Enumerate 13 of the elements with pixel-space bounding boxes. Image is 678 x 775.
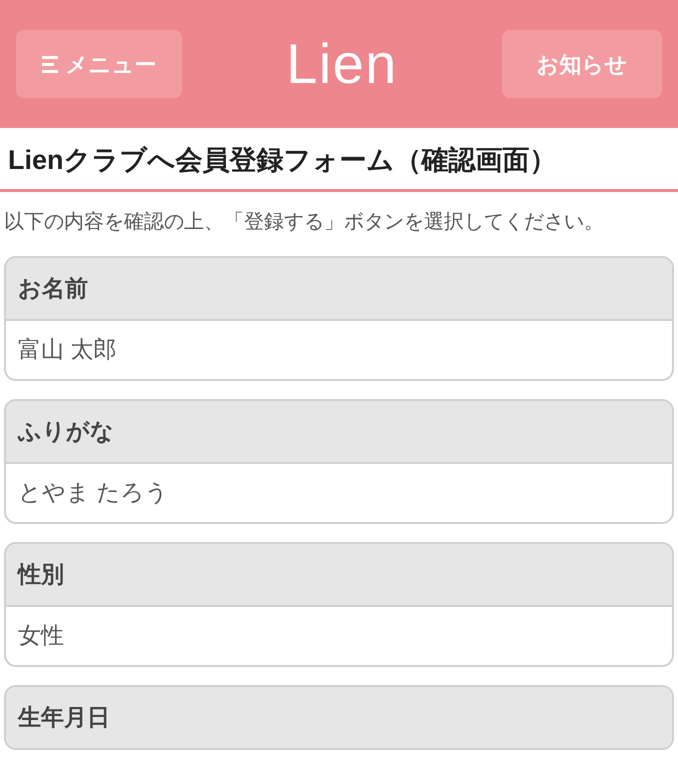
- field-value: 富山 太郎: [6, 318, 672, 378]
- menu-icon: [42, 55, 58, 73]
- field-label: 性別: [6, 544, 672, 604]
- menu-button[interactable]: メニュー: [16, 30, 182, 98]
- instructions: 以下の内容を確認の上、「登録する」ボタンを選択してください。: [3, 210, 605, 234]
- field-value: 女性: [6, 604, 672, 664]
- logo[interactable]: Lien: [286, 36, 398, 92]
- field-value: とやま たろう: [6, 462, 672, 522]
- news-button[interactable]: お知らせ: [502, 30, 662, 98]
- field-label: ふりがな: [6, 400, 672, 462]
- field-label: 生年月日: [6, 686, 672, 748]
- page-title: Lienクラブへ会員登録フォーム（確認画面）: [0, 128, 678, 192]
- field-label: お名前: [6, 258, 672, 318]
